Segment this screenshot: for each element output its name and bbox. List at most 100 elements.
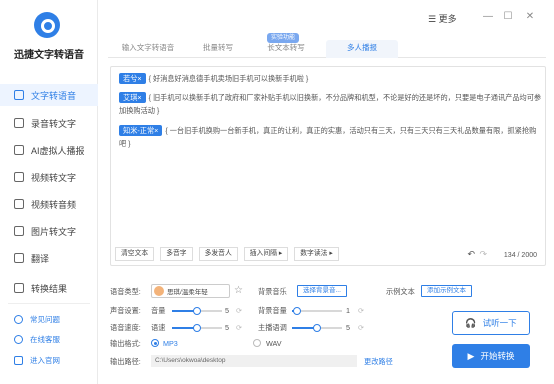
pitch-value: 5 xyxy=(346,323,350,332)
text-editor[interactable]: 若兮×{ 好消息好消息德手机卖场旧手机可以换新手机啦 } 艾琪×{ 旧手机可以换… xyxy=(110,66,546,266)
wav-label[interactable]: WAV xyxy=(266,339,282,348)
redo-icon[interactable]: ↷ xyxy=(479,249,487,260)
editor-toolbar: 清空文本 多音字 多发音人 插入间隔 ▸ 数字读法 ▸ xyxy=(115,247,339,261)
sound-settings-label: 声音设置: xyxy=(110,306,141,315)
sidebar-divider xyxy=(8,303,90,304)
multi-speaker-button[interactable]: 多发音人 xyxy=(198,247,238,261)
sidebar-footer-label: 在线客服 xyxy=(30,334,60,344)
insert-pause-button[interactable]: 插入间隔 ▸ xyxy=(243,247,289,261)
sidebar-item-label: 翻译 xyxy=(31,253,50,264)
app-name: 迅捷文字转语音 xyxy=(14,50,84,61)
sample-text-label: 示例文本 xyxy=(386,287,415,296)
sidebar-item-translate[interactable]: 翻译 xyxy=(0,247,98,269)
pitch-slider[interactable] xyxy=(292,324,342,332)
bg-volume-label: 背景音量 xyxy=(258,306,287,315)
voice-tag[interactable]: 知米-正常× xyxy=(119,125,163,136)
sidebar-item-image-to-text[interactable]: 图片转文字 xyxy=(0,220,98,242)
sidebar-footer-label: 常见问题 xyxy=(30,314,60,324)
speed-value: 5 xyxy=(225,323,229,332)
character-counter: 134 / 2000 xyxy=(503,252,537,259)
number-reading-button[interactable]: 数字读法 ▸ xyxy=(294,247,339,261)
undo-icon[interactable]: ↶ xyxy=(467,249,475,260)
voice-tag[interactable]: 若兮× xyxy=(119,73,146,84)
voice-tag[interactable]: 艾琪× xyxy=(119,92,146,103)
app-logo xyxy=(34,12,60,38)
voice-type-label: 语音类型: xyxy=(110,287,141,296)
output-path-field[interactable]: C:\Users\okwoa\desktop xyxy=(151,355,357,367)
avatar-icon xyxy=(14,145,24,155)
volume-slider[interactable] xyxy=(172,307,222,315)
paragraph-text: { 好消息好消息德手机卖场旧手机可以换新手机啦 } xyxy=(148,74,309,83)
bg-volume-slider[interactable] xyxy=(292,307,342,315)
pitch-label: 主播语调 xyxy=(258,323,287,332)
sidebar-item-label: AI虚拟人播报 xyxy=(31,145,85,156)
sidebar-support-link[interactable]: 在线客服 xyxy=(0,331,98,347)
speed-label: 语速 xyxy=(151,323,166,332)
sidebar-item-label: 视频转文字 xyxy=(31,172,77,183)
tab-batch[interactable]: 批量转写 xyxy=(188,40,248,58)
volume-value: 5 xyxy=(225,306,229,315)
bg-volume-reset-icon[interactable]: ⟳ xyxy=(358,306,364,315)
record-icon xyxy=(14,118,24,128)
speed-reset-icon[interactable]: ⟳ xyxy=(236,323,242,332)
clear-text-button[interactable]: 清空文本 xyxy=(115,247,155,261)
change-path-link[interactable]: 更改路径 xyxy=(364,357,393,367)
wav-radio[interactable] xyxy=(253,339,261,347)
tab-multi-speaker[interactable]: 多人播报 xyxy=(326,40,398,58)
website-icon xyxy=(14,355,23,365)
bg-music-button[interactable]: 选择背景音... xyxy=(297,285,347,297)
sidebar-faq-link[interactable]: 常见问题 xyxy=(0,311,98,327)
speech-icon xyxy=(14,90,24,100)
slider-knob[interactable] xyxy=(293,307,301,315)
sidebar-item-label: 转换结果 xyxy=(31,283,68,294)
more-menu[interactable]: ☰ 更多 xyxy=(428,12,457,25)
translate-icon xyxy=(14,253,24,263)
sidebar-item-label: 图片转文字 xyxy=(31,226,77,237)
slider-knob[interactable] xyxy=(313,324,321,332)
polyphone-button[interactable]: 多音字 xyxy=(160,247,193,261)
slider-knob[interactable] xyxy=(193,307,201,315)
close-icon[interactable]: ✕ xyxy=(524,11,536,23)
experimental-badge: 实验功能 xyxy=(267,33,300,43)
sidebar-item-results[interactable]: 转换结果 xyxy=(0,277,98,299)
mp3-radio[interactable] xyxy=(151,339,159,347)
slider-knob[interactable] xyxy=(193,324,201,332)
speed-settings-label: 语音速度: xyxy=(110,323,141,332)
bg-music-label: 背景音乐 xyxy=(258,287,287,296)
minimize-icon[interactable]: — xyxy=(482,11,494,23)
paragraph-text: { 一台旧手机换购一台新手机，真正的让利，真正的实惠，活动只有三天，只有三天只有… xyxy=(119,126,537,148)
sidebar-item-video-to-text[interactable]: 视频转文字 xyxy=(0,166,98,188)
start-convert-button[interactable]: ▶ 开始转换 xyxy=(452,344,530,368)
title-bar: ☰ 更多 — ☐ ✕ xyxy=(98,0,554,34)
voice-selector[interactable]: 思琪/温柔年轻 xyxy=(151,284,230,298)
listen-button[interactable]: 🎧 试听一下 xyxy=(452,311,530,335)
sidebar-item-label: 文字转语音 xyxy=(31,90,77,101)
help-icon xyxy=(14,314,23,324)
sidebar-website-link[interactable]: 进入官网 xyxy=(0,352,98,368)
sidebar-item-video-to-audio[interactable]: 视频转音频 xyxy=(0,193,98,215)
more-label: 更多 xyxy=(438,14,457,24)
speed-slider[interactable] xyxy=(172,324,222,332)
sidebar-item-text-to-speech[interactable]: 文字转语音 xyxy=(0,84,98,106)
sidebar-item-ai-avatar[interactable]: AI虚拟人播报 xyxy=(0,139,98,161)
volume-label: 音量 xyxy=(151,306,166,315)
sidebar-item-label: 录音转文字 xyxy=(31,118,77,129)
pitch-reset-icon[interactable]: ⟳ xyxy=(358,323,364,332)
voice-name: 思琪/温柔年轻 xyxy=(167,289,208,296)
speaker-paragraph: 若兮×{ 好消息好消息德手机卖场旧手机可以换新手机啦 } xyxy=(119,72,543,85)
sidebar-item-record-to-text[interactable]: 录音转文字 xyxy=(0,112,98,134)
headphones-icon: 🎧 xyxy=(465,317,477,328)
output-format-label: 输出格式: xyxy=(110,339,141,348)
menu-icon: ☰ xyxy=(428,14,439,24)
paragraph-text: { 旧手机可以换新手机了政府和厂家补贴手机以旧换新，不分品牌和机型，不论是好的还… xyxy=(119,93,542,115)
sidebar-footer-label: 进入官网 xyxy=(30,355,60,365)
start-button-label: 开始转换 xyxy=(480,351,515,361)
maximize-icon[interactable]: ☐ xyxy=(502,11,514,23)
tab-input-text[interactable]: 输入文字转语音 xyxy=(108,40,188,58)
volume-reset-icon[interactable]: ⟳ xyxy=(236,306,242,315)
add-sample-button[interactable]: 添加示例文本 xyxy=(421,285,472,297)
star-icon[interactable]: ☆ xyxy=(234,285,243,296)
sidebar-item-label: 视频转音频 xyxy=(31,199,77,210)
video-icon xyxy=(14,172,24,182)
mp3-label[interactable]: MP3 xyxy=(163,339,178,348)
